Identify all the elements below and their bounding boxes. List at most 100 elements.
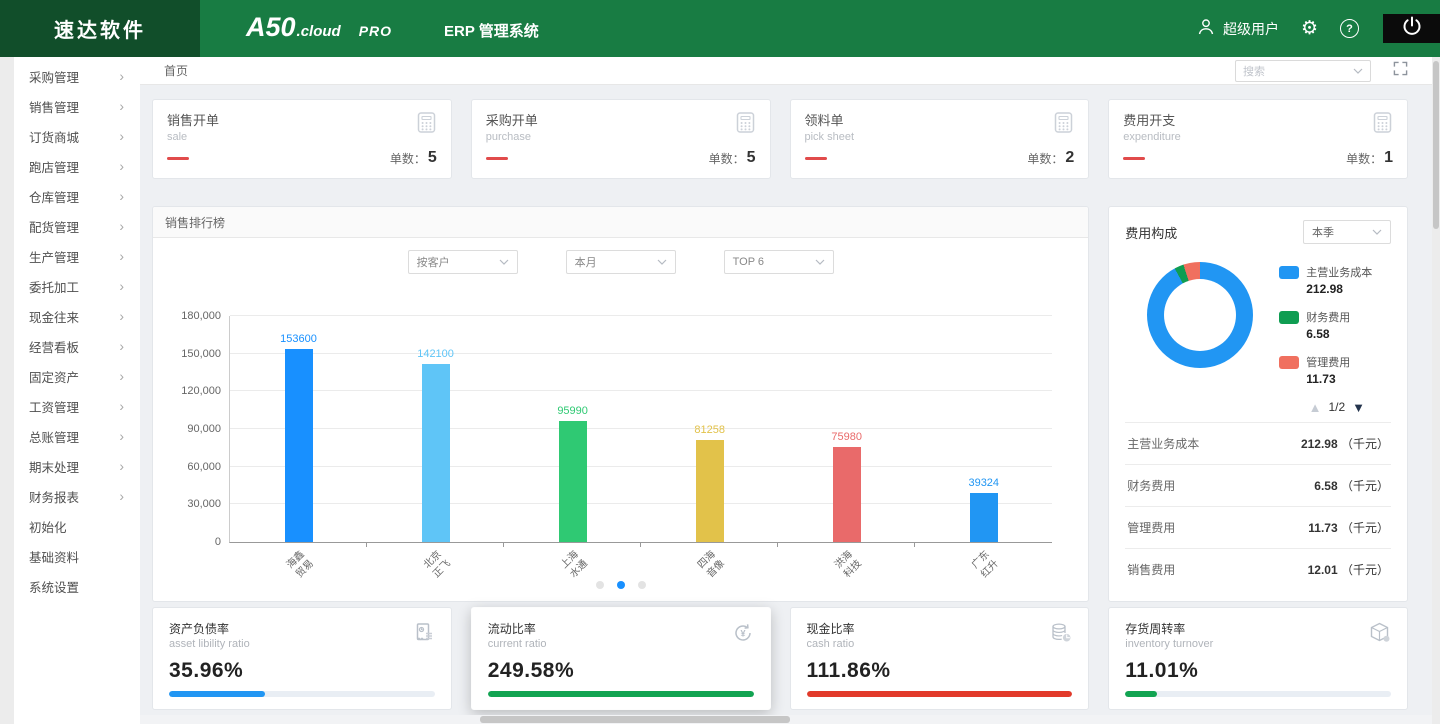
chart-bar (970, 493, 998, 542)
legend-label: 管理费用 (1306, 354, 1350, 370)
sidebar-item[interactable]: 生产管理› (0, 241, 140, 271)
expense-composition-panel: 费用构成 本季 主营业务成本212.98财务费用6.58管理费用11.73 ▲ … (1108, 206, 1408, 602)
sidebar-item-label: 财务报表 (29, 487, 79, 506)
search-select[interactable]: 搜索 (1235, 60, 1371, 82)
bar-value-label: 39324 (968, 477, 999, 489)
bar-value-label: 75980 (831, 431, 862, 443)
sidebar-item[interactable]: 采购管理› (0, 61, 140, 91)
settings-gear-icon[interactable]: ⚙ (1301, 19, 1318, 38)
chart-bar (422, 364, 450, 542)
sidebar-item[interactable]: 委托加工› (0, 271, 140, 301)
sidebar-item[interactable]: 固定资产› (0, 361, 140, 391)
count-value: 5 (747, 149, 756, 167)
carousel-dot[interactable] (596, 581, 604, 589)
stat-card-sale[interactable]: 销售开单 sale 单数：5 (152, 99, 452, 179)
stat-card-purchase[interactable]: 采购开单 purchase 单数：5 (471, 99, 771, 179)
sidebar-item[interactable]: 初始化 (0, 511, 140, 541)
ratio-card-subtitle: cash ratio (807, 638, 1073, 650)
stat-card-title: 采购开单 (486, 110, 756, 129)
sidebar-item[interactable]: 销售管理› (0, 91, 140, 121)
ratio-progress-fill (807, 691, 1073, 697)
system-title: ERP 管理系统 (444, 20, 539, 41)
pager-up-icon[interactable]: ▲ (1309, 401, 1322, 414)
expense-row-label: 管理费用 (1127, 519, 1175, 536)
help-icon[interactable]: ? (1340, 19, 1359, 38)
sidebar-item[interactable]: 跑店管理› (0, 151, 140, 181)
chevron-right-icon: › (119, 129, 124, 143)
horizontal-scrollbar-thumb[interactable] (480, 716, 790, 723)
currency-refresh-icon: ¥ (730, 620, 756, 651)
sidebar-item[interactable]: 基础资料 (0, 541, 140, 571)
filter-period-select[interactable]: 本月 (566, 250, 676, 274)
sidebar-item-label: 期末处理 (29, 457, 79, 476)
expense-row-value: 11.73 （千元） (1308, 519, 1389, 536)
sidebar-item-label: 系统设置 (29, 577, 79, 596)
sidebar-item[interactable]: 期末处理› (0, 451, 140, 481)
expense-period-select[interactable]: 本季 (1303, 220, 1391, 244)
power-icon (1400, 14, 1424, 43)
ratio-card-value: 11.01% (1125, 659, 1391, 683)
sidebar-item-label: 固定资产 (29, 367, 79, 386)
legend-label: 财务费用 (1306, 309, 1350, 325)
calculator-icon (414, 110, 439, 140)
sidebar-item[interactable]: 订货商城› (0, 121, 140, 151)
sidebar-item[interactable]: 经营看板› (0, 331, 140, 361)
username: 超级用户 (1223, 19, 1279, 39)
ratio-progress-bar (1125, 691, 1391, 697)
expense-row-label: 财务费用 (1127, 477, 1175, 494)
chevron-down-icon (499, 256, 509, 268)
stat-card-title: 领料单 (805, 110, 1075, 129)
ratio-card-title: 存货周转率 (1125, 620, 1391, 637)
header-actions: 超级用户 ⚙ ? (1196, 0, 1440, 57)
user-menu[interactable]: 超级用户 (1196, 17, 1279, 40)
svg-text:¥: ¥ (740, 629, 745, 639)
carousel-dots (596, 581, 646, 589)
sidebar-item[interactable]: 工资管理› (0, 391, 140, 421)
sidebar-item[interactable]: 配货管理› (0, 211, 140, 241)
ratio-progress-bar (169, 691, 435, 697)
filter-top-select[interactable]: TOP 6 (724, 250, 834, 274)
sidebar-item-label: 委托加工 (29, 277, 79, 296)
breadcrumb-home[interactable]: 首页 (164, 62, 188, 79)
chevron-down-icon (1353, 65, 1363, 77)
vertical-scrollbar[interactable] (1432, 57, 1440, 724)
fullscreen-icon[interactable] (1393, 61, 1408, 81)
red-dash (486, 157, 508, 160)
legend-item: 管理费用11.73 (1279, 354, 1372, 386)
chevron-right-icon: › (119, 339, 124, 353)
sidebar-item[interactable]: 系统设置 (0, 571, 140, 601)
sidebar-item[interactable]: 仓库管理› (0, 181, 140, 211)
expense-row: 财务费用6.58 （千元） (1125, 464, 1391, 506)
sidebar-item-label: 采购管理 (29, 67, 79, 86)
logout-power-button[interactable] (1383, 14, 1440, 43)
sidebar-scrollbar[interactable] (0, 57, 14, 724)
filter-by-customer-select[interactable]: 按客户 (408, 250, 518, 274)
horizontal-scrollbar[interactable] (140, 715, 1432, 724)
stat-card-subtitle: expenditure (1123, 131, 1393, 143)
ratio-progress-fill (488, 691, 754, 697)
brand-logo: 速达软件 (0, 0, 200, 57)
expense-row-label: 销售费用 (1127, 561, 1175, 578)
count-value: 2 (1065, 149, 1074, 167)
bar-value-label: 142100 (417, 348, 454, 360)
expense-row: 销售费用12.01 （千元） (1125, 548, 1391, 590)
sidebar-item-label: 初始化 (29, 517, 67, 536)
sidebar-item-label: 配货管理 (29, 217, 79, 236)
pager-down-icon[interactable]: ▼ (1352, 401, 1365, 414)
ratio-card-value: 111.86% (807, 659, 1073, 683)
sidebar-menu: 采购管理›销售管理›订货商城›跑店管理›仓库管理›配货管理›生产管理›委托加工›… (0, 57, 140, 601)
sidebar-item[interactable]: 总账管理› (0, 421, 140, 451)
y-axis-tick-label: 180,000 (181, 310, 221, 322)
stat-card-pick-sheet[interactable]: 领料单 pick sheet 单数：2 (790, 99, 1090, 179)
panel-title: 费用构成 (1125, 223, 1177, 242)
sidebar-item[interactable]: 财务报表› (0, 481, 140, 511)
expense-row: 管理费用 11.73 （千元） (1125, 506, 1391, 548)
vertical-scrollbar-thumb[interactable] (1433, 61, 1439, 229)
stat-card-expenditure[interactable]: 费用开支 expenditure 单数：1 (1108, 99, 1408, 179)
sidebar-item[interactable]: 现金往来› (0, 301, 140, 331)
carousel-dot[interactable] (638, 581, 646, 589)
expense-donut-chart (1147, 262, 1253, 368)
carousel-dot[interactable] (617, 581, 625, 589)
x-axis-label: 四海 音像 (696, 549, 728, 581)
chevron-down-icon (815, 256, 825, 268)
